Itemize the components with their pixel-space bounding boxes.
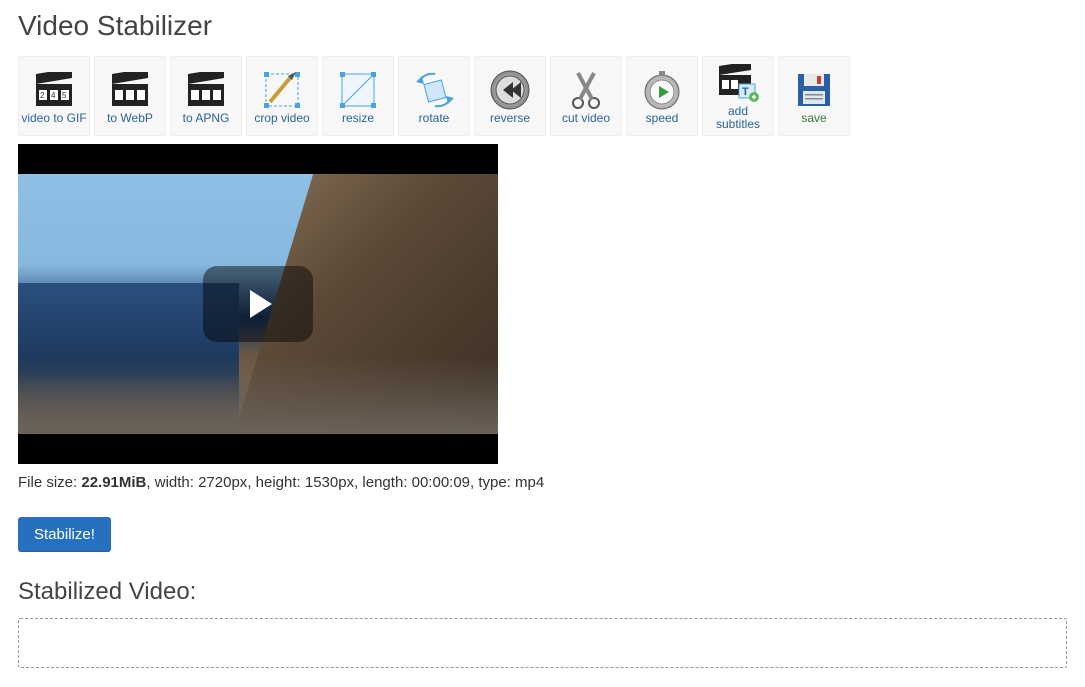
video-to-gif-button[interactable]: 2 4 5 video to GIF [18, 56, 90, 136]
svg-text:T: T [742, 86, 749, 98]
tool-label: crop video [254, 112, 309, 125]
type-value: mp4 [515, 474, 544, 491]
file-size-value: 22.91MiB [81, 474, 146, 491]
tool-label: save [801, 112, 826, 125]
reverse-button[interactable]: reverse [474, 56, 546, 136]
tool-label: video to GIF [21, 112, 86, 125]
save-button[interactable]: save [778, 56, 850, 136]
tool-label: reverse [490, 112, 530, 125]
output-title: Stabilized Video: [18, 578, 1067, 606]
play-icon [250, 290, 272, 318]
clapper-icon [110, 68, 150, 112]
add-subtitles-button[interactable]: T add subtitles [702, 56, 774, 136]
save-icon [795, 68, 833, 112]
to-webp-button[interactable]: to WebP [94, 56, 166, 136]
video-preview [18, 144, 498, 464]
file-size-label: File size: [18, 474, 81, 491]
height-value: 1530px [305, 474, 354, 491]
stopwatch-icon [641, 68, 683, 112]
scissors-icon [566, 68, 606, 112]
tool-label: add subtitles [705, 105, 771, 131]
toolbar: 2 4 5 video to GIF to WebP [18, 56, 1067, 136]
type-label: , type: [470, 474, 515, 491]
clapper-icon [186, 68, 226, 112]
tool-label: resize [342, 112, 374, 125]
crop-video-button[interactable]: crop video [246, 56, 318, 136]
tool-label: to WebP [107, 112, 153, 125]
tool-label: rotate [419, 112, 450, 125]
width-value: 2720px [198, 474, 247, 491]
file-info: File size: 22.91MiB, width: 2720px, heig… [18, 474, 1067, 491]
svg-text:4: 4 [51, 91, 56, 100]
tool-label: to APNG [183, 112, 230, 125]
length-label: , length: [354, 474, 412, 491]
tool-label: speed [646, 112, 679, 125]
speed-button[interactable]: speed [626, 56, 698, 136]
resize-icon [338, 68, 378, 112]
reverse-icon [489, 68, 531, 112]
page-title: Video Stabilizer [18, 10, 1067, 42]
rotate-button[interactable]: rotate [398, 56, 470, 136]
tool-label: cut video [562, 112, 610, 125]
to-apng-button[interactable]: to APNG [170, 56, 242, 136]
width-label: , width: [146, 474, 198, 491]
play-button[interactable] [203, 266, 313, 342]
stabilize-button[interactable]: Stabilize! [18, 517, 111, 552]
cut-video-button[interactable]: cut video [550, 56, 622, 136]
rotate-icon [412, 68, 456, 112]
output-dropzone[interactable] [18, 618, 1067, 668]
crop-icon [262, 68, 302, 112]
clapper-icon: 2 4 5 [34, 68, 74, 112]
svg-text:2: 2 [40, 91, 45, 100]
resize-button[interactable]: resize [322, 56, 394, 136]
svg-text:5: 5 [62, 91, 67, 100]
length-value: 00:00:09 [412, 474, 470, 491]
height-label: , height: [247, 474, 305, 491]
subtitles-icon: T [717, 61, 759, 105]
